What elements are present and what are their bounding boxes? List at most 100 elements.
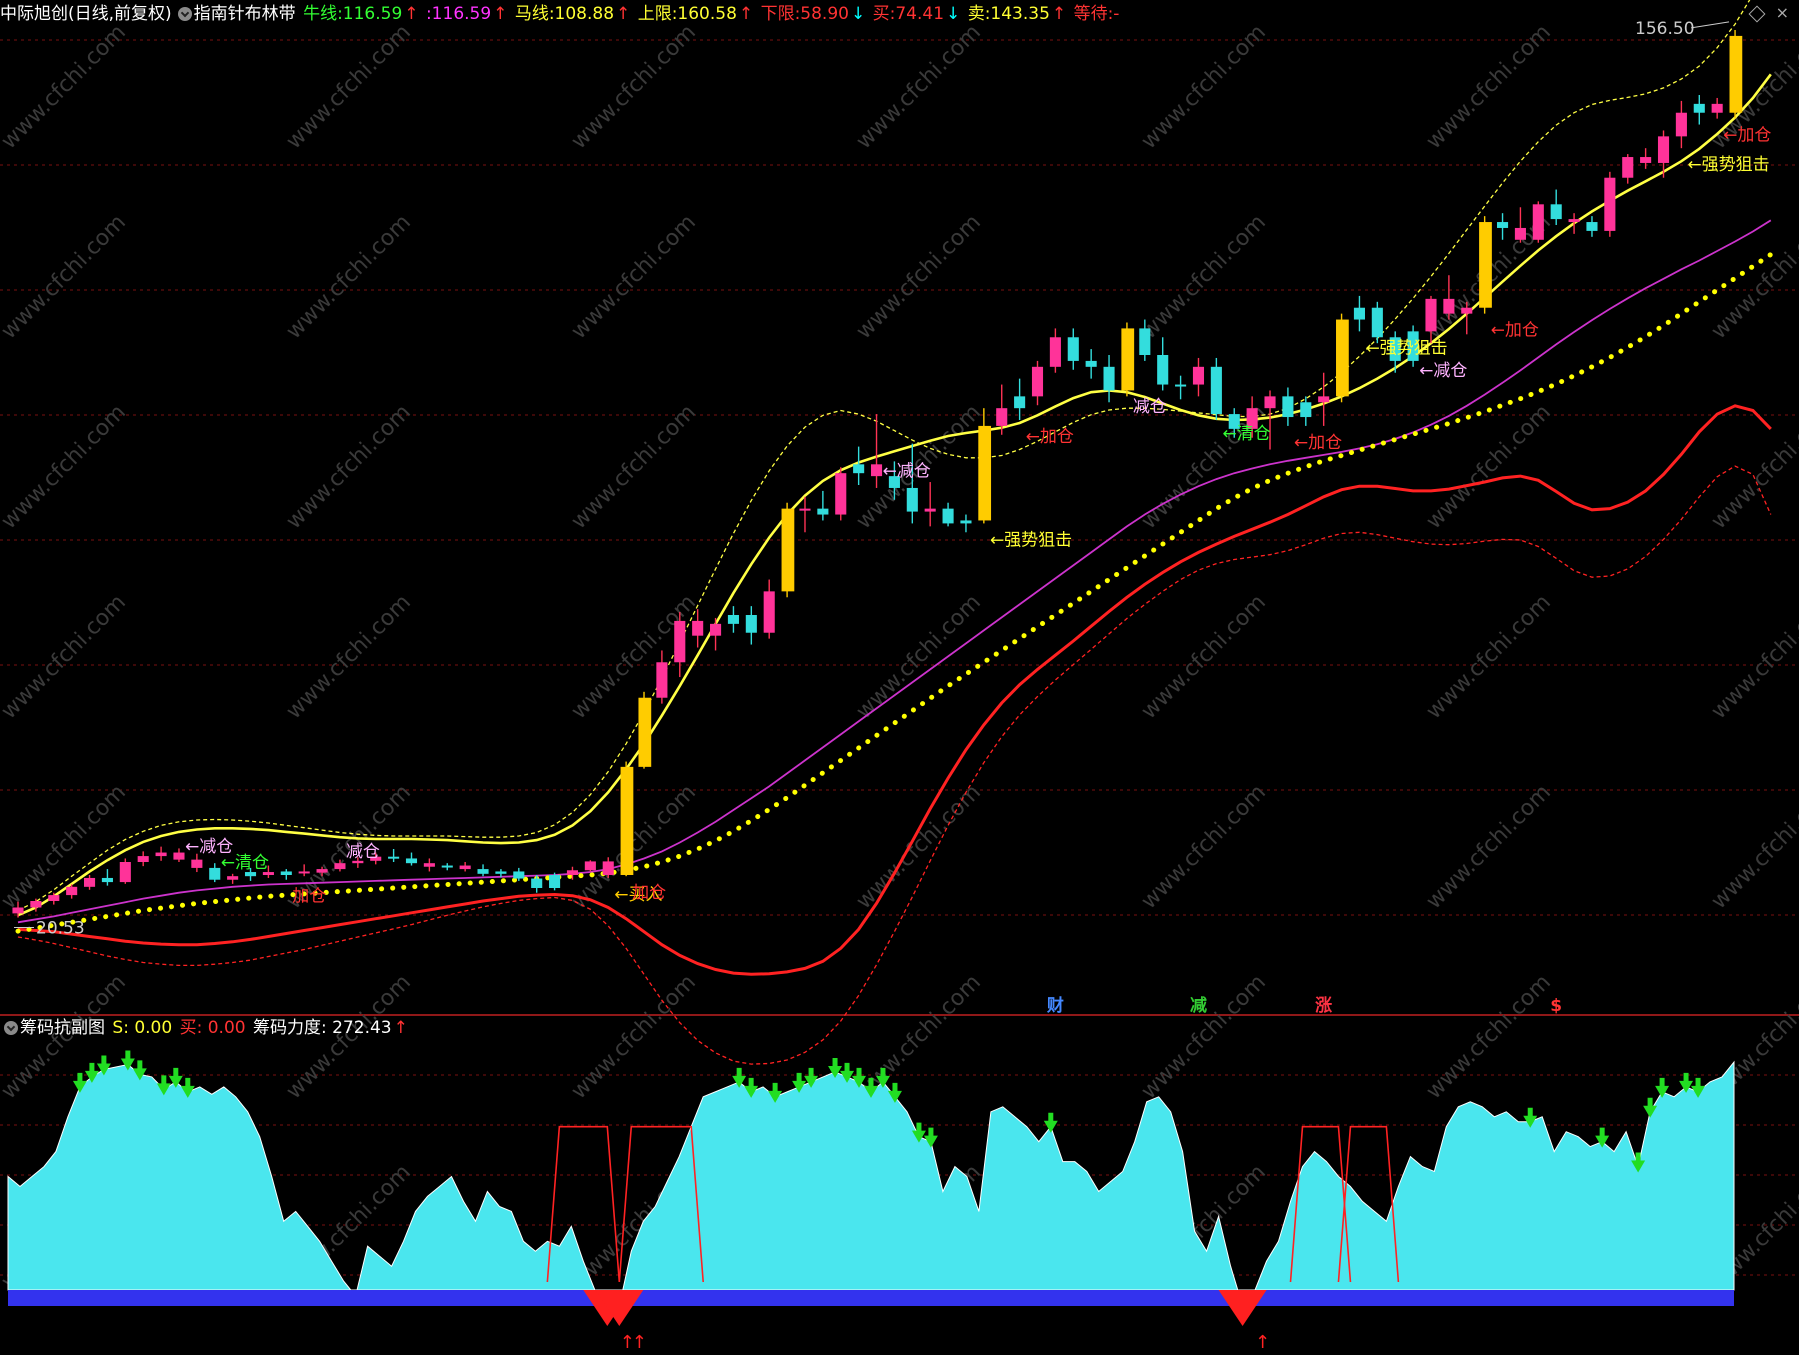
candle-body: [870, 464, 883, 477]
candle-body: [1264, 396, 1276, 409]
candle-body: [763, 591, 775, 633]
candle: [638, 691, 652, 769]
candle: [674, 612, 686, 678]
band-lines: [15, 0, 1774, 1065]
signal-label: ←清仓: [1222, 424, 1270, 444]
signal-label: ←减仓: [1419, 361, 1467, 381]
candle: [817, 490, 829, 521]
candle-body: [1604, 177, 1616, 231]
candle-body: [316, 869, 328, 873]
candle: [1371, 301, 1383, 344]
candle: [1568, 213, 1580, 234]
candle-body: [280, 871, 292, 875]
candle-body: [388, 856, 400, 859]
red-dip: [1218, 1290, 1267, 1326]
watermark-text: www.cfchi.com: [567, 20, 701, 154]
candle: [1318, 372, 1330, 426]
candle-body: [1157, 355, 1169, 385]
watermark-text: www.cfchi.com: [1707, 210, 1799, 344]
watermark-text: www.cfchi.com: [567, 210, 701, 344]
watermark-text: www.cfchi.com: [282, 210, 416, 344]
candle-body: [227, 876, 239, 880]
candle-body: [1675, 112, 1687, 137]
candle: [1085, 349, 1097, 379]
candle-body: [209, 867, 221, 880]
up-arrow-marker: ↑: [632, 1332, 647, 1353]
candle-body: [1014, 396, 1026, 409]
signal-label: ←加仓: [1723, 126, 1771, 146]
signal-label: ←加仓: [1294, 433, 1342, 453]
candle: [459, 862, 471, 872]
signal-label: ←强势狙击: [1365, 338, 1447, 358]
candle: [388, 849, 400, 862]
watermark-text: www.cfchi.com: [0, 590, 131, 724]
sub-panel-dropdown-icon[interactable]: [4, 1021, 18, 1035]
candle-body: [745, 615, 757, 633]
bottom-marker: 减: [1190, 995, 1207, 1016]
candle-body: [66, 886, 78, 896]
candle-body: [173, 852, 185, 860]
bottom-marker: 财: [1046, 995, 1064, 1016]
signal-label: 减仓: [346, 842, 380, 862]
candle-body: [155, 852, 167, 857]
signal-label: ←减仓: [883, 462, 931, 482]
sub-header-value-0: S: 0.00: [112, 1018, 173, 1038]
candle-body: [1586, 222, 1598, 231]
candle-body: [978, 425, 992, 521]
candle-body: [566, 870, 579, 875]
candle: [1049, 328, 1061, 373]
candle: [870, 414, 883, 488]
candle: [1103, 355, 1115, 403]
candle-body: [727, 615, 739, 624]
candle: [405, 852, 418, 866]
candle: [978, 408, 992, 524]
signal-label: ←清仓: [221, 853, 269, 873]
watermark-text: www.cfchi.com: [1422, 20, 1556, 154]
chart-svg: www.cfchi.com www.cfchi.com www.cfchi.com w…: [0, 0, 1799, 1353]
watermark-text: www.cfchi.com: [0, 210, 131, 344]
candle-body: [1318, 396, 1330, 403]
candle: [1622, 154, 1634, 184]
candle-body: [531, 878, 543, 888]
candle-body: [441, 865, 453, 868]
candle: [1210, 357, 1222, 420]
green-down-arrow: [1043, 1112, 1058, 1133]
candle-body: [1657, 136, 1670, 163]
candle-body: [495, 871, 507, 874]
candle: [1479, 216, 1492, 314]
signal-label: ←加仓: [1026, 427, 1074, 447]
candle-body: [620, 766, 634, 875]
sub-header-values: S: 0.00 买: 0.00 筹码力度: 272.43 ↑: [112, 1018, 409, 1038]
candle: [727, 606, 739, 633]
watermark-text: www.cfchi.com: [0, 400, 131, 534]
candle: [155, 846, 167, 861]
candle-body: [1300, 402, 1312, 418]
watermark-text: www.cfchi.com: [1707, 590, 1799, 724]
candle: [781, 502, 795, 598]
candle: [1175, 375, 1187, 400]
candle: [710, 617, 722, 651]
candle-body: [1031, 366, 1044, 397]
candle-body: [584, 861, 596, 871]
candle: [924, 482, 936, 527]
candle-body: [1121, 328, 1135, 391]
candle-body: [1568, 219, 1580, 223]
bottom-marker: 涨: [1315, 996, 1332, 1016]
bottom-marker: $: [1550, 996, 1562, 1016]
watermark-text: www.cfchi.com: [1422, 590, 1556, 724]
candle: [137, 851, 149, 867]
candle: [1157, 337, 1169, 391]
high-price-pointer: [1690, 21, 1730, 29]
signal-label: ←强势狙击: [990, 530, 1072, 550]
candle-body: [334, 863, 346, 870]
candle: [853, 446, 865, 485]
watermark-text: www.cfchi.com: [1707, 780, 1799, 914]
candle: [656, 650, 668, 704]
candle-body: [996, 408, 1008, 426]
candle: [1031, 360, 1044, 406]
candle-body: [119, 862, 131, 883]
sub-header: 筹码抗副图 S: 0.00 买: 0.00 筹码力度: 272.43 ↑: [0, 1014, 412, 1042]
candle-body: [1067, 337, 1079, 361]
up-arrow-marker: ↑: [1255, 1332, 1270, 1353]
candle: [1711, 97, 1723, 119]
